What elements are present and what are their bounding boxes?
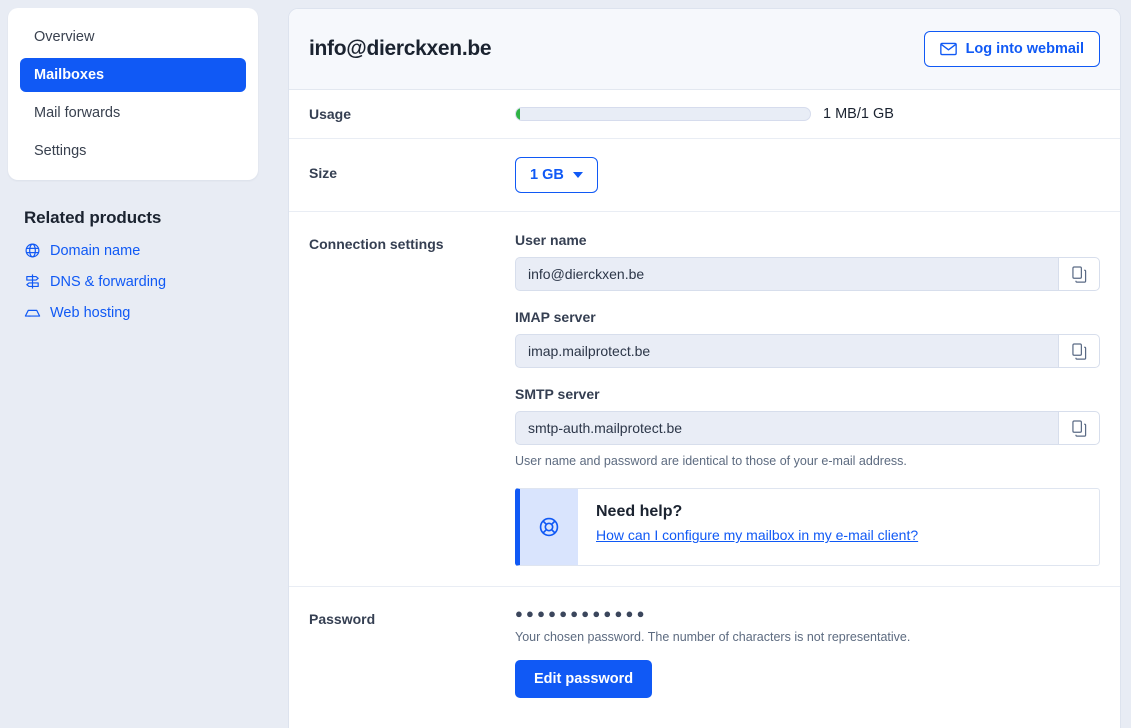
password-label: Password xyxy=(309,607,515,627)
sidebar-item-label: Mailboxes xyxy=(34,67,104,83)
log-into-webmail-label: Log into webmail xyxy=(966,41,1084,57)
need-help-callout: Need help? How can I configure my mailbo… xyxy=(515,488,1100,566)
size-dropdown-value: 1 GB xyxy=(530,167,564,183)
related-link-label: Domain name xyxy=(50,243,140,259)
field-label: SMTP server xyxy=(515,386,1100,402)
sidebar-item-mail-forwards[interactable]: Mail forwards xyxy=(20,96,246,130)
related-products: Related products Domain name xyxy=(8,208,258,321)
user-name-input[interactable]: info@dierckxen.be xyxy=(515,257,1058,291)
page-root: Overview Mailboxes Mail forwards Setting… xyxy=(0,0,1131,728)
related-link-web-hosting[interactable]: Web hosting xyxy=(24,304,242,321)
field-label: User name xyxy=(515,232,1100,248)
configure-mailbox-link[interactable]: How can I configure my mailbox in my e-m… xyxy=(596,527,918,543)
size-label: Size xyxy=(309,157,515,181)
sidebar-item-label: Overview xyxy=(34,29,94,45)
imap-server-input[interactable]: imap.mailprotect.be xyxy=(515,334,1058,368)
field-smtp-server: SMTP server smtp-auth.mailprotect.be xyxy=(515,386,1100,468)
globe-icon xyxy=(24,242,41,259)
related-link-label: Web hosting xyxy=(50,305,130,321)
sidebar-item-overview[interactable]: Overview xyxy=(20,20,246,54)
sidebar-item-label: Settings xyxy=(34,143,86,159)
related-link-dns-forwarding[interactable]: DNS & forwarding xyxy=(24,273,242,290)
copy-icon xyxy=(1072,343,1087,360)
usage-label: Usage xyxy=(309,106,515,122)
copy-icon xyxy=(1072,266,1087,283)
smtp-server-input[interactable]: smtp-auth.mailprotect.be xyxy=(515,411,1058,445)
mailbox-detail-card: info@dierckxen.be Log into webmail Usage xyxy=(288,8,1121,728)
usage-value: 1 MB/1 GB xyxy=(823,106,894,122)
copy-smtp-server-button[interactable] xyxy=(1058,411,1100,445)
log-into-webmail-button[interactable]: Log into webmail xyxy=(924,31,1100,67)
connection-settings-label: Connection settings xyxy=(309,232,515,252)
field-imap-server: IMAP server imap.mailprotect.be xyxy=(515,309,1100,368)
connection-hint: User name and password are identical to … xyxy=(515,454,1100,468)
sidebar-item-mailboxes[interactable]: Mailboxes xyxy=(20,58,246,92)
card-header: info@dierckxen.be Log into webmail xyxy=(289,9,1120,90)
sidebar-item-label: Mail forwards xyxy=(34,105,120,121)
related-link-domain-name[interactable]: Domain name xyxy=(24,242,242,259)
envelope-icon xyxy=(940,42,957,56)
usage-row: Usage 1 MB/1 GB xyxy=(289,90,1120,139)
sidebar-nav: Overview Mailboxes Mail forwards Setting… xyxy=(8,8,258,180)
field-label: IMAP server xyxy=(515,309,1100,325)
related-link-label: DNS & forwarding xyxy=(50,274,166,290)
lifebuoy-icon xyxy=(520,489,578,565)
password-hint: Your chosen password. The number of char… xyxy=(515,630,1100,644)
chevron-down-icon xyxy=(573,172,583,178)
main-content: info@dierckxen.be Log into webmail Usage xyxy=(266,0,1131,728)
related-products-title: Related products xyxy=(24,208,242,228)
server-icon xyxy=(24,304,41,321)
size-dropdown[interactable]: 1 GB xyxy=(515,157,598,193)
sidebar-item-settings[interactable]: Settings xyxy=(20,134,246,168)
usage-progress-fill xyxy=(516,108,520,120)
need-help-title: Need help? xyxy=(596,503,918,521)
field-user-name: User name info@dierckxen.be xyxy=(515,232,1100,291)
password-row: Password ●●●●●●●●●●●● Your chosen passwo… xyxy=(289,587,1120,722)
copy-user-name-button[interactable] xyxy=(1058,257,1100,291)
sidebar: Overview Mailboxes Mail forwards Setting… xyxy=(0,0,266,335)
copy-icon xyxy=(1072,420,1087,437)
edit-password-button[interactable]: Edit password xyxy=(515,660,652,698)
password-masked-value: ●●●●●●●●●●●● xyxy=(515,607,1100,621)
size-row: Size 1 GB xyxy=(289,139,1120,212)
copy-imap-server-button[interactable] xyxy=(1058,334,1100,368)
signpost-icon xyxy=(24,273,41,290)
usage-progress-bar xyxy=(515,107,811,121)
connection-settings-row: Connection settings User name info@dierc… xyxy=(289,212,1120,587)
page-title: info@dierckxen.be xyxy=(309,37,491,61)
